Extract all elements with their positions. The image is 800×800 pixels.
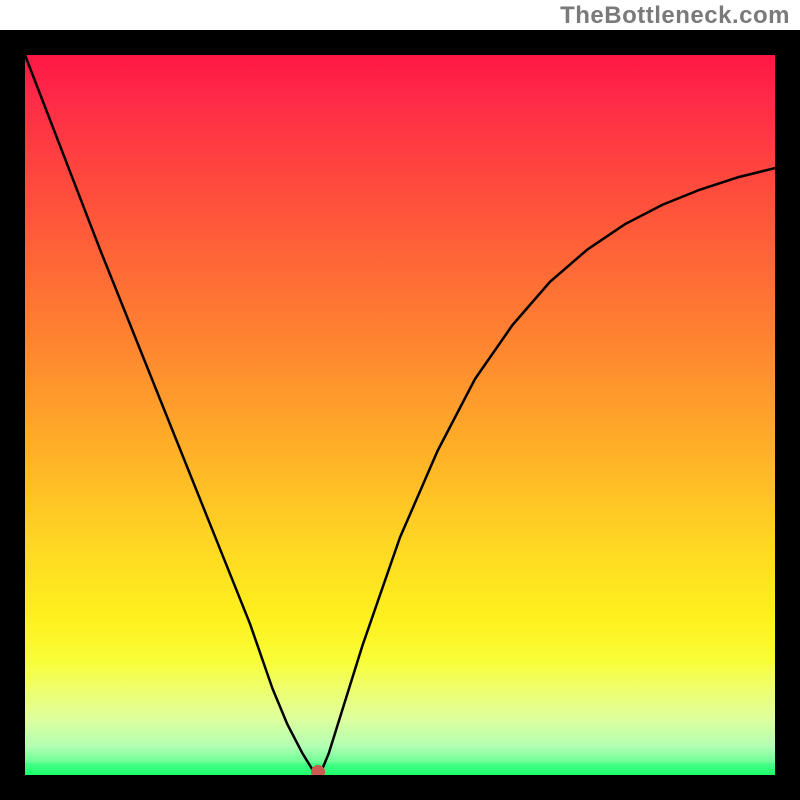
chart-frame: TheBottleneck.com <box>0 0 800 800</box>
plot-area <box>25 55 775 775</box>
watermark-text: TheBottleneck.com <box>560 2 790 30</box>
bottleneck-curve <box>25 55 775 775</box>
optimal-point-marker <box>311 765 325 775</box>
